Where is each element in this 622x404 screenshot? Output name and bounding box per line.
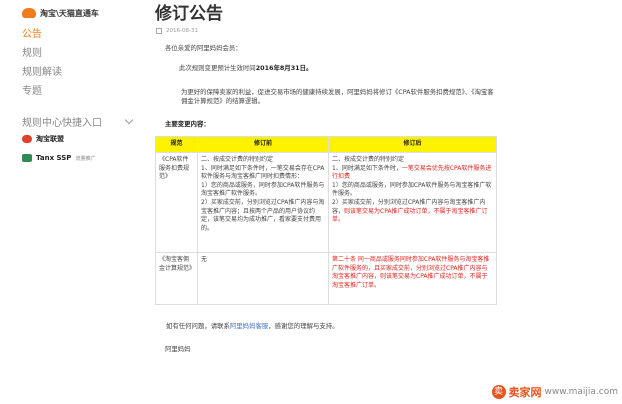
brand[interactable]: 淘宝\天猫直通车 bbox=[22, 6, 140, 20]
quick-entry-label: 规则中心快捷入口 bbox=[22, 117, 102, 129]
partner-link-tanx[interactable]: Tanx SSP 流量推广 bbox=[22, 149, 140, 167]
partner-label: 淘宝联盟 bbox=[36, 135, 64, 143]
chevron-down-icon bbox=[124, 115, 134, 124]
after-cell: 二、按成交计费的特别约定 1、同时满足如下条件时，一笔交易会优先按CPA软件服务… bbox=[328, 152, 497, 253]
partner-sublabel: 流量推广 bbox=[75, 155, 96, 162]
table-row: 《CPA软件服务扣费规范》 二、按成交计费的特别约定 1、同时满足如下条件时，一… bbox=[155, 152, 497, 253]
table-header: 修订前 bbox=[197, 136, 329, 153]
sidebar: 淘宝\天猫直通车 公告 规则 规则解读 专题 规则中心快捷入口 淘宝联盟 Tan… bbox=[0, 0, 140, 404]
maijia-logo-icon: 卖 bbox=[491, 385, 506, 399]
rule-name-cell: 《淘宝客佣金计算规范》 bbox=[155, 252, 198, 305]
date-text: 2016-08-31 bbox=[166, 28, 198, 34]
signature: 阿里妈妈 bbox=[165, 345, 191, 353]
watermark-name: 卖家网 bbox=[508, 386, 542, 399]
article: 修订公告 2016-08-31 各位亲爱的阿里妈妈会员： 此次规则变更预计生效时… bbox=[155, 0, 622, 404]
watermark: 卖 卖家网 www.maijia.com bbox=[491, 384, 619, 400]
changes-table: 规范 修订前 修订后 《CPA软件服务扣费规范》 二、按成交计费的特别约定 1、… bbox=[155, 136, 497, 305]
taobao-logo-icon bbox=[22, 8, 36, 18]
sidebar-item-topics[interactable]: 专题 bbox=[22, 82, 140, 101]
table-header: 规范 bbox=[155, 136, 198, 153]
publish-date: 2016-08-31 bbox=[156, 26, 622, 36]
purpose-paragraph: 为更好的保障卖家的利益，促进交易市场的健康持续发展，阿里妈妈将修订《CPA软件服… bbox=[181, 88, 494, 105]
effective-notice: 此次规则变更预计生效时间2016年8月31日。 bbox=[165, 64, 495, 73]
alimama-logo-icon bbox=[22, 135, 32, 143]
after-highlight: 则该笔交易为CPA推广成功订单，不属于淘宝客推广订单。 bbox=[332, 207, 488, 224]
before-cell: 二、按成交计费的特别约定 1、同时满足如下条件时，一笔交易会存在CPA软件服务与… bbox=[197, 152, 329, 253]
customer-service-link[interactable]: 阿里妈妈客服 bbox=[230, 322, 268, 330]
article-body: 各位亲爱的阿里妈妈会员： 此次规则变更预计生效时间2016年8月31日。 为更好… bbox=[155, 44, 497, 354]
contact-note: 如有任何问题，请联系阿里妈妈客服，感谢您的理解与支持。 bbox=[165, 322, 495, 331]
watermark-url: www.maijia.com bbox=[544, 387, 619, 397]
contact-prefix: 如有任何问题，请联系 bbox=[166, 322, 230, 330]
partner-label: Tanx SSP bbox=[36, 154, 72, 162]
before-cell: 无 bbox=[197, 252, 329, 305]
sidebar-nav: 公告 规则 规则解读 专题 bbox=[22, 25, 140, 101]
page-title: 修订公告 bbox=[155, 4, 223, 24]
greeting: 各位亲爱的阿里妈妈会员： bbox=[165, 44, 242, 52]
tanx-logo-icon bbox=[22, 154, 32, 162]
calendar-icon bbox=[156, 28, 162, 34]
sidebar-item-rules[interactable]: 规则 bbox=[22, 44, 140, 63]
table-row: 《淘宝客佣金计算规范》 无 第二十条 同一商品或服务同时参加CPA软件服务与淘宝… bbox=[155, 252, 497, 305]
effective-date: 2016年8月31日。 bbox=[255, 64, 313, 72]
after-cell: 第二十条 同一商品或服务同时参加CPA软件服务与淘宝客推广软件服务的，且买家成交… bbox=[328, 252, 497, 305]
table-header: 修订后 bbox=[328, 136, 497, 153]
sidebar-item-rule-interpretation[interactable]: 规则解读 bbox=[22, 63, 140, 82]
partner-link-alimama[interactable]: 淘宝联盟 bbox=[22, 130, 140, 148]
rule-name-cell: 《CPA软件服务扣费规范》 bbox=[155, 152, 198, 253]
after-text: 二、按成交计费的特别约定 1、同时满足如下条件时， bbox=[332, 156, 405, 172]
quick-entry-toggle[interactable]: 规则中心快捷入口 bbox=[22, 113, 134, 129]
sidebar-item-announcement[interactable]: 公告 bbox=[22, 25, 140, 44]
section-title: 主要变更内容： bbox=[165, 120, 210, 128]
effective-prefix: 此次规则变更预计生效时间 bbox=[179, 64, 256, 72]
table-header-row: 规范 修订前 修订后 bbox=[155, 136, 497, 153]
contact-suffix: ，感谢您的理解与支持。 bbox=[268, 322, 339, 330]
brand-label: 淘宝\天猫直通车 bbox=[40, 8, 99, 18]
